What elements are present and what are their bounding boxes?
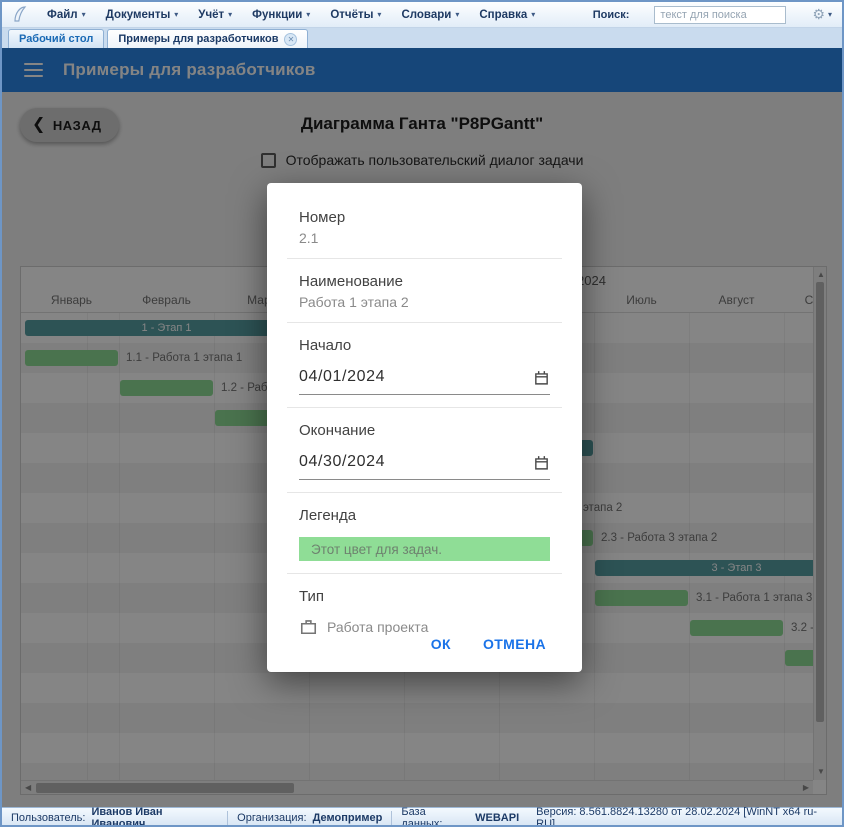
field-label-number: Номер xyxy=(299,209,550,226)
task-type-value: Работа проекта xyxy=(327,619,428,635)
ok-button[interactable]: ОК xyxy=(431,636,451,652)
search-label: Поиск: xyxy=(593,9,630,21)
status-org-label: Организация: xyxy=(237,812,306,824)
status-user: Пользователь: Иванов Иван Иванович xyxy=(2,811,228,825)
field-label-start: Начало xyxy=(299,337,550,354)
search-input[interactable] xyxy=(654,6,786,24)
status-db-value: WEBAPI xyxy=(475,812,519,824)
status-version: Версия: 8.561.8824.13280 от 28.02.2024 [… xyxy=(528,806,842,827)
end-date-input[interactable]: 04/30/2024 xyxy=(299,453,550,480)
menu-item-label: Отчёты xyxy=(330,9,373,21)
start-date-input[interactable]: 04/01/2024 xyxy=(299,368,550,395)
menu-item-accounting[interactable]: Учёт ▾ xyxy=(198,9,232,21)
menu-item-label: Функции xyxy=(252,9,302,21)
status-user-value: Иванов Иван Иванович xyxy=(91,806,218,827)
caret-down-icon: ▾ xyxy=(828,10,832,19)
divider xyxy=(287,258,562,259)
divider xyxy=(287,492,562,493)
divider xyxy=(287,407,562,408)
caret-down-icon: ▾ xyxy=(82,10,86,19)
status-bar: Пользователь: Иванов Иван Иванович Орган… xyxy=(2,807,842,827)
status-organization: Организация: Демопример xyxy=(228,811,392,825)
tab-bar: Рабочий стол Примеры для разработчиков ✕ xyxy=(2,28,842,48)
status-db-label: База данных: xyxy=(401,806,469,827)
legend-color-chip: Этот цвет для задач. xyxy=(299,537,550,561)
caret-down-icon: ▾ xyxy=(306,10,310,19)
task-type-row: Работа проекта xyxy=(299,617,550,636)
caret-down-icon: ▾ xyxy=(377,10,381,19)
status-user-label: Пользователь: xyxy=(11,812,85,824)
field-label-name: Наименование xyxy=(299,273,550,290)
status-database: База данных: WEBAPI xyxy=(392,811,528,825)
menu-item-help[interactable]: Справка ▾ xyxy=(479,9,535,21)
briefcase-icon xyxy=(299,617,318,636)
menu-item-label: Файл xyxy=(47,9,78,21)
caret-down-icon: ▾ xyxy=(531,10,535,19)
divider xyxy=(287,322,562,323)
menu-item-label: Документы xyxy=(106,9,171,21)
dialog-actions: ОК ОТМЕНА xyxy=(299,636,550,652)
calendar-icon[interactable] xyxy=(533,454,550,471)
cancel-button[interactable]: ОТМЕНА xyxy=(483,636,546,652)
menu-bar: Файл▾ Документы▾ Учёт▾ Функции▾ Отчёты▾ … xyxy=(2,2,842,28)
status-org-value: Демопример xyxy=(313,812,383,824)
app-logo-icon xyxy=(12,5,27,24)
caret-down-icon: ▾ xyxy=(228,10,232,19)
settings-button[interactable]: ⚙ ▾ xyxy=(812,6,832,23)
tab-close-icon[interactable]: ✕ xyxy=(284,33,297,46)
caret-down-icon: ▾ xyxy=(455,10,459,19)
tab-label: Примеры для разработчиков xyxy=(118,33,278,45)
field-label-type: Тип xyxy=(299,588,550,605)
menu-item-label: Учёт xyxy=(198,9,224,21)
start-date-value: 04/01/2024 xyxy=(299,368,385,386)
tab-developer-examples[interactable]: Примеры для разработчиков ✕ xyxy=(107,29,308,48)
menu-item-functions[interactable]: Функции ▾ xyxy=(252,9,310,21)
end-date-value: 04/30/2024 xyxy=(299,453,385,471)
field-label-legend: Легенда xyxy=(299,507,550,524)
caret-down-icon: ▾ xyxy=(174,10,178,19)
menu-item-label: Справка xyxy=(479,9,527,21)
gear-icon: ⚙ xyxy=(812,6,825,23)
menu-item-dictionaries[interactable]: Словари ▾ xyxy=(401,9,459,21)
field-value-name: Работа 1 этапа 2 xyxy=(299,294,550,310)
menu-item-file[interactable]: Файл ▾ xyxy=(47,9,86,21)
page-content: Примеры для разработчиков ❮ НАЗАД Диагра… xyxy=(2,48,842,807)
field-label-end: Окончание xyxy=(299,422,550,439)
menu-item-reports[interactable]: Отчёты ▾ xyxy=(330,9,381,21)
calendar-icon[interactable] xyxy=(533,369,550,386)
divider xyxy=(287,573,562,574)
menu-item-label: Словари xyxy=(401,9,451,21)
task-dialog: Номер 2.1 Наименование Работа 1 этапа 2 … xyxy=(267,183,582,672)
tab-label: Рабочий стол xyxy=(19,33,93,45)
tab-desktop[interactable]: Рабочий стол xyxy=(8,29,104,48)
menu-item-documents[interactable]: Документы▾ xyxy=(106,9,179,21)
field-value-number: 2.1 xyxy=(299,230,550,246)
app-window: Файл▾ Документы▾ Учёт▾ Функции▾ Отчёты▾ … xyxy=(0,0,844,827)
